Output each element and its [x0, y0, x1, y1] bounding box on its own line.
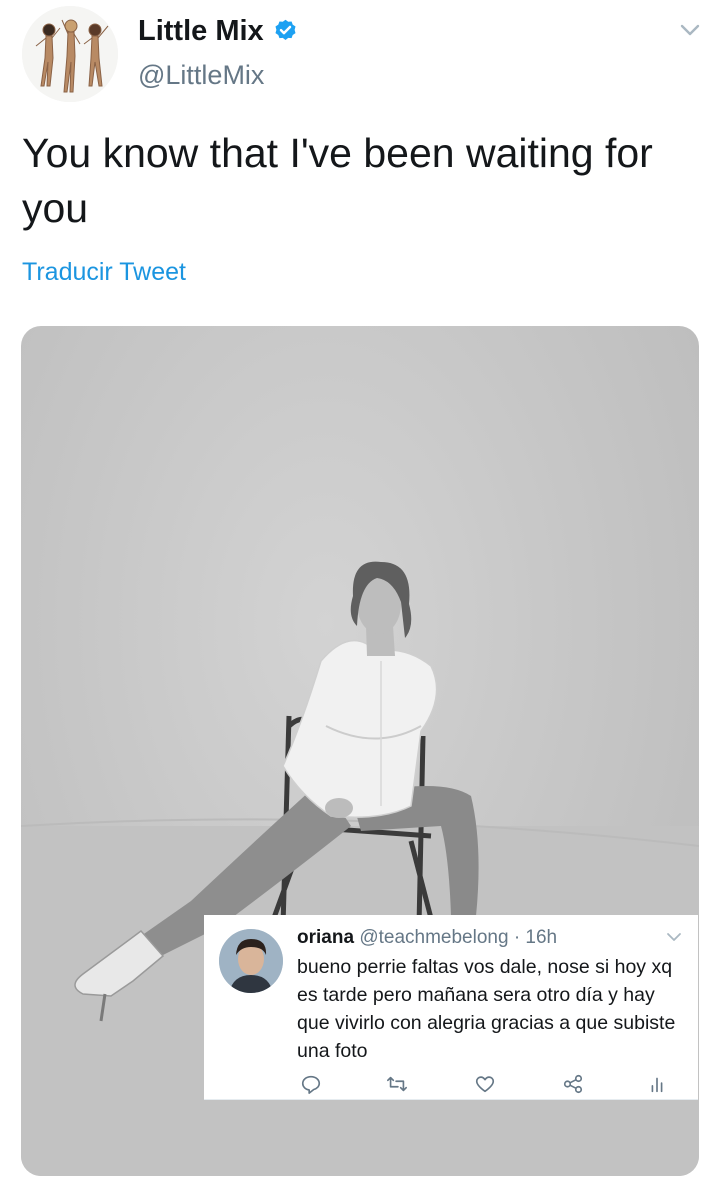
embedded-reply-card[interactable]: oriana @teachmebelong · 16h bueno perrie…	[204, 915, 698, 1100]
reply-timestamp[interactable]: 16h	[525, 927, 557, 948]
tweet-text: You know that I've been waiting for you	[22, 130, 653, 231]
reply-text: bueno perrie faltas vos dale, nose si ho…	[297, 956, 676, 1062]
reply-separator: ·	[513, 927, 521, 948]
reply-author-handle[interactable]: @teachmebelong	[359, 927, 508, 948]
retweet-icon[interactable]	[386, 1073, 408, 1095]
author-handle[interactable]: @LittleMix	[138, 60, 264, 91]
chevron-down-icon[interactable]	[666, 931, 682, 943]
reply-author-name[interactable]: oriana	[297, 927, 354, 948]
verified-badge-icon	[275, 19, 296, 40]
author-name-row[interactable]: Little Mix	[138, 14, 299, 48]
translate-tweet-link[interactable]: Traducir Tweet	[22, 258, 186, 287]
share-icon[interactable]	[562, 1073, 584, 1095]
author-name[interactable]: Little Mix	[138, 15, 264, 48]
reply-icon[interactable]	[300, 1073, 322, 1095]
analytics-icon[interactable]	[646, 1073, 668, 1095]
reply-action-bar	[296, 1073, 676, 1097]
reply-header: oriana @teachmebelong · 16h	[297, 927, 557, 949]
author-avatar[interactable]	[22, 6, 118, 102]
reply-avatar[interactable]	[219, 929, 283, 993]
like-icon[interactable]	[474, 1073, 496, 1095]
chevron-down-icon[interactable]	[678, 20, 702, 40]
